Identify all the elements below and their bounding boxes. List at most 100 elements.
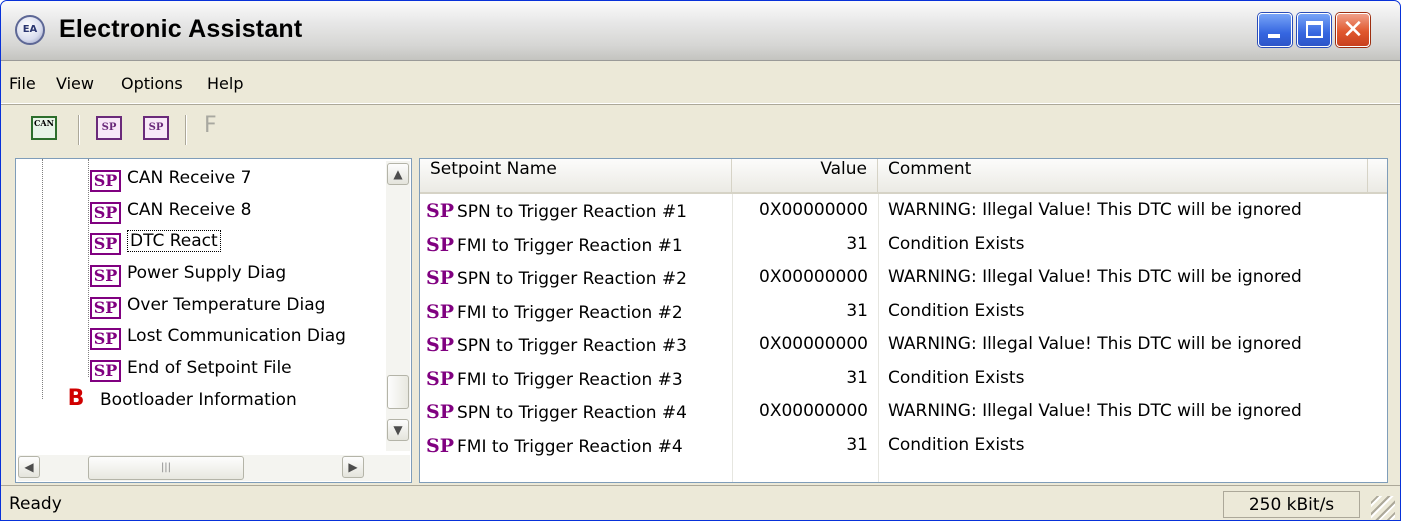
table-row[interactable]: SP SPN to Trigger Reaction #1 0X00000000 … — [420, 200, 1387, 234]
close-button[interactable]: ✕ — [1336, 13, 1370, 47]
scroll-thumb[interactable]: ||| — [88, 456, 244, 480]
setpoint-icon: SP — [426, 368, 455, 390]
scroll-down-button[interactable]: ▼ — [387, 419, 409, 441]
status-text: Ready — [9, 494, 62, 514]
table-row[interactable]: SP FMI to Trigger Reaction #2 31 Conditio… — [420, 301, 1387, 335]
tree-item-label: End of Setpoint File — [127, 358, 292, 378]
cell-setpoint-name: SP FMI to Trigger Reaction #1 — [426, 234, 683, 256]
scroll-up-button[interactable]: ▲ — [387, 163, 409, 185]
bootloader-icon: B — [67, 386, 85, 411]
cell-comment: Condition Exists — [888, 301, 1025, 321]
save-setpoint-icon: SP — [143, 116, 169, 140]
menu-options[interactable]: Options — [121, 74, 183, 93]
setpoint-icon: SP — [426, 267, 455, 289]
tree-guide-line — [42, 159, 43, 399]
tree-item-can-receive-7[interactable]: SP CAN Receive 7 — [90, 163, 251, 193]
cell-setpoint-name: SP SPN to Trigger Reaction #1 — [426, 200, 687, 222]
menu-help[interactable]: Help — [207, 74, 243, 93]
setpoint-tree[interactable]: SP CAN Receive 7 SP CAN Receive 8 SP DTC Re… — [15, 158, 412, 483]
tree-item-label: CAN Receive 8 — [127, 200, 252, 220]
column-header-comment[interactable]: Comment — [878, 159, 1368, 193]
flash-button[interactable]: F — [204, 113, 217, 138]
setpoint-icon: SP — [90, 170, 121, 192]
setpoint-icon: SP — [426, 435, 455, 457]
cell-value: 31 — [846, 368, 868, 388]
tree-item-power-supply-diag[interactable]: SP Power Supply Diag — [90, 258, 286, 288]
maximize-button[interactable] — [1297, 13, 1331, 47]
setpoint-icon: SP — [90, 233, 121, 255]
can-connect-button[interactable]: CAN — [27, 112, 61, 146]
cell-setpoint-name: SP FMI to Trigger Reaction #4 — [426, 435, 683, 457]
app-icon: EA — [15, 15, 45, 45]
setpoint-icon: SP — [90, 360, 121, 382]
app-window: EA Electronic Assistant ✕ File View Opti… — [0, 0, 1401, 521]
title-bar[interactable]: EA Electronic Assistant ✕ — [1, 1, 1400, 61]
tree-item-label: CAN Receive 7 — [127, 168, 252, 188]
column-header-setpoint-name[interactable]: Setpoint Name — [420, 159, 732, 193]
save-setpoint-button[interactable]: SP — [139, 112, 173, 146]
cell-setpoint-name: SP SPN to Trigger Reaction #3 — [426, 334, 687, 356]
cell-comment: WARNING: Illegal Value! This DTC will be… — [888, 200, 1302, 220]
cell-setpoint-name: SP FMI to Trigger Reaction #2 — [426, 301, 683, 323]
toolbar-separator — [185, 115, 187, 145]
tree-guide-line — [88, 159, 89, 377]
tree-item-label: Lost Communication Diag — [127, 326, 346, 346]
setpoint-icon: SP — [90, 328, 121, 350]
tree-item-bootloader-information[interactable]: B Bootloader Information — [62, 385, 297, 415]
scroll-thumb[interactable] — [387, 375, 409, 409]
tree-item-lost-communication-diag[interactable]: SP Lost Communication Diag — [90, 321, 346, 351]
cell-comment: WARNING: Illegal Value! This DTC will be… — [888, 267, 1302, 287]
cell-value: 0X00000000 — [759, 401, 868, 421]
resize-grip-icon[interactable] — [1371, 496, 1395, 520]
setpoint-table[interactable]: Setpoint Name Value Comment SP SPN to Tri… — [419, 158, 1388, 483]
scroll-right-button[interactable]: ▶ — [342, 456, 364, 478]
setpoint-icon: SP — [426, 301, 455, 323]
cell-value: 31 — [846, 301, 868, 321]
cell-value: 0X00000000 — [759, 334, 868, 354]
tree-item-over-temperature-diag[interactable]: SP Over Temperature Diag — [90, 290, 325, 320]
menu-bar: File View Options Help — [1, 62, 1400, 104]
cell-setpoint-name: SP FMI to Trigger Reaction #3 — [426, 368, 683, 390]
status-baud-rate: 250 kBit/s — [1223, 491, 1360, 518]
tree-item-end-of-setpoint-file[interactable]: SP End of Setpoint File — [90, 353, 292, 383]
setpoint-icon: SP — [426, 401, 455, 423]
scroll-left-button[interactable]: ◀ — [18, 456, 40, 478]
tree-horizontal-scrollbar[interactable]: ◀ ||| ▶ — [18, 455, 410, 481]
menu-file[interactable]: File — [9, 74, 36, 93]
tree-item-label: Power Supply Diag — [127, 263, 287, 283]
setpoint-icon: SP — [426, 334, 455, 356]
minimize-button[interactable] — [1258, 13, 1292, 47]
cell-comment: WARNING: Illegal Value! This DTC will be… — [888, 401, 1302, 421]
minimize-icon — [1268, 34, 1280, 38]
status-bar: Ready 250 kBit/s — [1, 485, 1400, 520]
menu-view[interactable]: View — [56, 74, 94, 93]
window-title: Electronic Assistant — [59, 15, 303, 43]
maximize-icon — [1306, 21, 1323, 38]
setpoint-icon: SP — [426, 200, 455, 222]
table-row[interactable]: SP SPN to Trigger Reaction #4 0X00000000 … — [420, 401, 1387, 435]
toolbar: CAN SP SP F — [1, 105, 1400, 155]
table-row[interactable]: SP SPN to Trigger Reaction #3 0X00000000 … — [420, 334, 1387, 368]
close-icon: ✕ — [1342, 15, 1364, 45]
setpoint-icon: SP — [90, 297, 121, 319]
cell-value: 31 — [846, 234, 868, 254]
tree-item-dtc-react[interactable]: SP DTC React — [90, 226, 221, 256]
cell-value: 0X00000000 — [759, 200, 868, 220]
can-network-icon: CAN — [31, 116, 57, 140]
table-row[interactable]: SP FMI to Trigger Reaction #3 31 Conditio… — [420, 368, 1387, 402]
tree-item-label: Bootloader Information — [100, 390, 297, 410]
cell-comment: Condition Exists — [888, 368, 1025, 388]
setpoint-icon: SP — [90, 202, 121, 224]
table-row[interactable]: SP SPN to Trigger Reaction #2 0X00000000 … — [420, 267, 1387, 301]
toolbar-separator — [78, 115, 80, 145]
cell-comment: Condition Exists — [888, 435, 1025, 455]
table-row[interactable]: SP FMI to Trigger Reaction #1 31 Conditio… — [420, 234, 1387, 268]
setpoint-icon: SP — [90, 265, 121, 287]
open-setpoint-button[interactable]: SP — [92, 112, 126, 146]
open-setpoint-icon: SP — [96, 116, 122, 140]
tree-vertical-scrollbar[interactable]: ▲ ▼ — [386, 161, 410, 451]
cell-setpoint-name: SP SPN to Trigger Reaction #4 — [426, 401, 687, 423]
column-header-value[interactable]: Value — [732, 159, 878, 193]
table-row[interactable]: SP FMI to Trigger Reaction #4 31 Conditio… — [420, 435, 1387, 469]
tree-item-can-receive-8[interactable]: SP CAN Receive 8 — [90, 195, 251, 225]
